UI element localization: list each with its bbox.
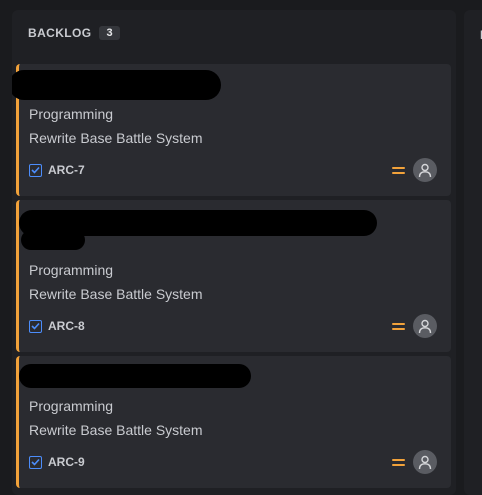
issue-card[interactable]: Programming Rewrite Base Battle System A… xyxy=(16,356,451,488)
task-checkbox-icon xyxy=(29,455,42,469)
card-summary: Rewrite Base Battle System xyxy=(29,422,203,438)
priority-medium-icon xyxy=(392,322,405,331)
backlog-column: BACKLOG 3 Programming Rewrite Base Battl… xyxy=(12,10,456,495)
priority-medium-icon xyxy=(392,166,405,175)
task-checkbox-icon xyxy=(29,319,42,333)
issue-key[interactable]: ARC-8 xyxy=(48,319,85,333)
card-footer: ARC-7 xyxy=(29,158,437,182)
issue-key[interactable]: ARC-9 xyxy=(48,455,85,469)
issue-card[interactable]: Programming Rewrite Base Battle System A… xyxy=(16,200,451,352)
task-checkbox-icon xyxy=(29,163,42,177)
card-category: Programming xyxy=(29,106,114,122)
kanban-board: BACKLOG 3 Programming Rewrite Base Battl… xyxy=(0,0,482,495)
card-footer: ARC-9 xyxy=(29,450,437,474)
issue-card[interactable]: Programming Rewrite Base Battle System A… xyxy=(12,64,451,196)
card-category: Programming xyxy=(29,398,114,414)
redacted-title xyxy=(12,70,221,100)
card-summary: Rewrite Base Battle System xyxy=(29,286,203,302)
priority-medium-icon xyxy=(392,458,405,467)
column-title: BACKLOG xyxy=(28,26,92,40)
unassigned-avatar-icon[interactable] xyxy=(413,450,437,474)
redacted-title xyxy=(19,364,251,388)
card-footer: ARC-8 xyxy=(29,314,437,338)
redacted-title xyxy=(21,230,85,250)
column-header: BACKLOG 3 xyxy=(28,26,120,40)
unassigned-avatar-icon[interactable] xyxy=(413,314,437,338)
unassigned-avatar-icon[interactable] xyxy=(413,158,437,182)
next-column: I xyxy=(464,10,482,495)
card-category: Programming xyxy=(29,262,114,278)
column-count-badge: 3 xyxy=(99,26,120,40)
card-summary: Rewrite Base Battle System xyxy=(29,130,203,146)
issue-key[interactable]: ARC-7 xyxy=(48,163,85,177)
